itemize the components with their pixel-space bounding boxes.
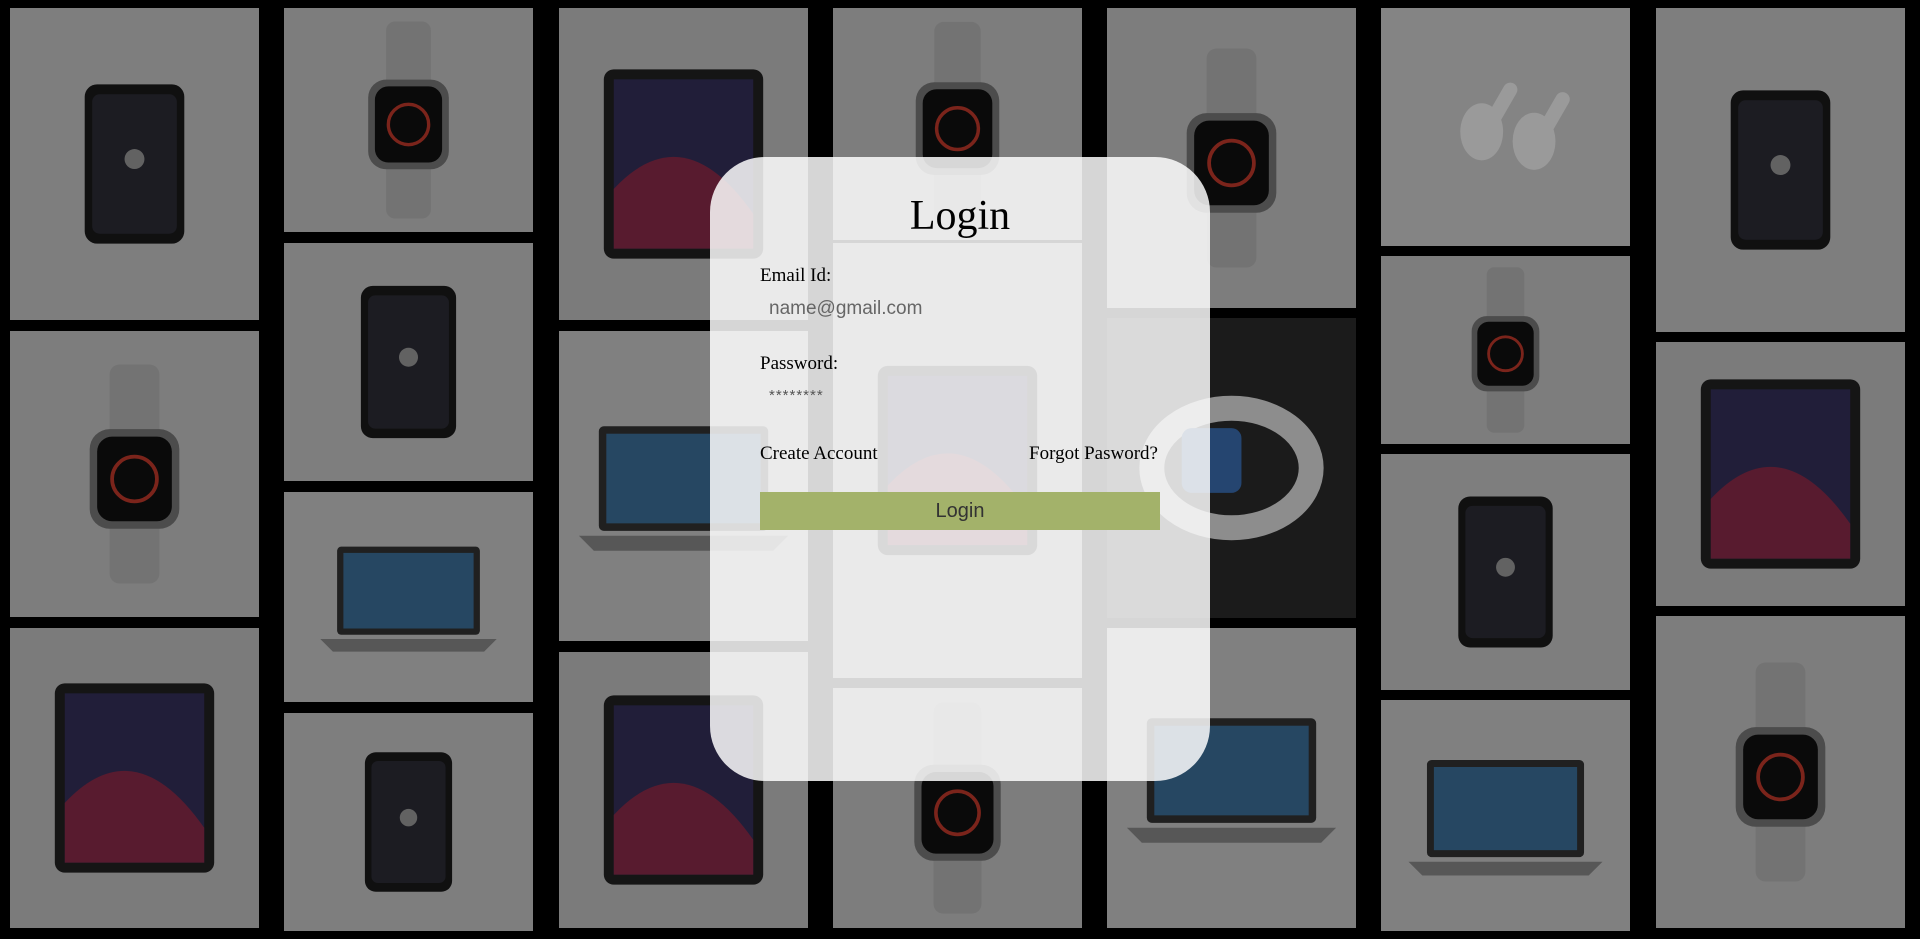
email-input[interactable] [760,293,1160,325]
background-photo-iphone [284,243,533,481]
background-photo-iphone [10,8,259,320]
login-card: Login Email Id: Password: Create Account… [710,157,1210,781]
background-photo-apple-watch [1656,616,1905,928]
background-photo-ipad [1656,342,1905,606]
background-photo-macbook [1381,700,1630,931]
forgot-password-link[interactable]: Forgot Pasword? [1029,443,1158,465]
background-photo-iphone [1656,8,1905,332]
background-photo-airpods [1381,8,1630,246]
background-photo-apple-watch [1381,256,1630,444]
background-photo-ipad [10,628,259,928]
background-photo-iphone [1381,454,1630,690]
login-title: Login [909,193,1011,239]
create-account-link[interactable]: Create Account [760,443,878,465]
background-photo-iphone [284,713,533,931]
background-photo-macbook [284,492,533,702]
login-button[interactable]: Login [760,492,1160,530]
email-label: Email Id: [760,265,832,286]
background-photo-apple-watch [284,8,533,232]
password-input[interactable] [760,379,1160,411]
password-label: Password: [760,353,839,374]
background-photo-apple-watch [10,331,259,617]
